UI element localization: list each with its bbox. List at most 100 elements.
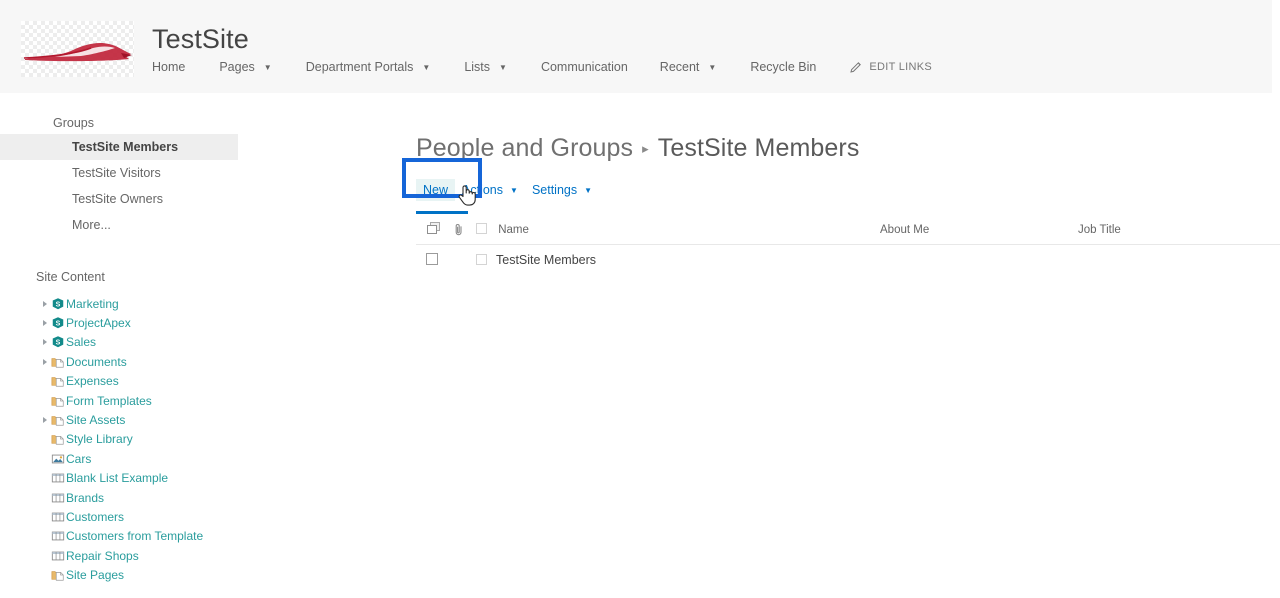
tree-label[interactable]: Form Templates: [66, 394, 152, 408]
header-checkbox[interactable]: [476, 222, 487, 234]
sidebar-item-testsite-members[interactable]: TestSite Members: [0, 134, 238, 160]
chevron-down-icon[interactable]: ▼: [708, 64, 716, 72]
row-name-cell[interactable]: TestSite Members: [476, 244, 880, 275]
tree-label[interactable]: Site Pages: [66, 568, 124, 582]
chevron-down-icon[interactable]: ▼: [584, 186, 592, 195]
list-icon: [51, 473, 65, 483]
sidebar-item-more[interactable]: More...: [0, 212, 238, 238]
nav-item-pages[interactable]: Pages ▼: [219, 58, 271, 76]
actions-menu[interactable]: Actions ▼: [455, 179, 525, 201]
tree-item-cars[interactable]: Cars: [0, 449, 330, 468]
tree-item-form-templates[interactable]: Form Templates: [0, 391, 330, 410]
tree-label[interactable]: Sales: [66, 335, 96, 349]
sidebar-item-testsite-owners[interactable]: TestSite Owners: [0, 186, 238, 212]
tree-item-projectapex[interactable]: S ProjectApex: [0, 313, 330, 332]
edit-links-button[interactable]: EDIT LINKS: [850, 61, 932, 73]
row-name-label[interactable]: TestSite Members: [496, 253, 596, 267]
column-attachments[interactable]: [454, 211, 476, 245]
expand-triangle-icon[interactable]: [39, 414, 51, 426]
tree-label[interactable]: Marketing: [66, 297, 119, 311]
nav-item-department-portals[interactable]: Department Portals ▼: [306, 58, 431, 76]
tree-label[interactable]: Customers from Template: [66, 529, 203, 543]
site-logo[interactable]: [21, 21, 134, 77]
tree-label[interactable]: Site Assets: [66, 413, 125, 427]
tree-item-site-assets[interactable]: Site Assets: [0, 410, 330, 429]
column-name[interactable]: Name: [476, 211, 880, 245]
column-select-all[interactable]: [416, 211, 454, 245]
site-content-heading: Site Content: [36, 270, 105, 284]
breadcrumb-root[interactable]: People and Groups: [416, 132, 633, 165]
table-row[interactable]: TestSite Members: [416, 244, 1280, 275]
expand-triangle-icon[interactable]: [39, 317, 51, 329]
nav-link-communication[interactable]: Communication: [541, 58, 628, 76]
tree-label[interactable]: Customers: [66, 510, 124, 524]
expand-triangle-icon[interactable]: [39, 356, 51, 368]
red-car-logo-icon: [23, 42, 132, 62]
tree-label[interactable]: Repair Shops: [66, 549, 139, 563]
table-header-row: Name About Me Job Title D: [416, 211, 1280, 245]
chevron-down-icon[interactable]: ▼: [499, 64, 507, 72]
tree-label[interactable]: Cars: [66, 452, 91, 466]
nav-link-pages[interactable]: Pages: [219, 58, 254, 76]
nav-item-recycle-bin[interactable]: Recycle Bin: [750, 58, 816, 76]
chevron-down-icon[interactable]: ▼: [264, 64, 272, 72]
tree-item-style-library[interactable]: Style Library: [0, 430, 330, 449]
table-header: Name About Me Job Title D: [416, 211, 1280, 245]
actions-label: Actions: [462, 182, 504, 197]
tree-item-expenses[interactable]: Expenses: [0, 372, 330, 391]
nav-link-lists[interactable]: Lists: [464, 58, 490, 76]
breadcrumb-current: TestSite Members: [657, 134, 860, 162]
picture-library-icon: [51, 454, 65, 464]
expand-triangle-icon[interactable]: [39, 336, 51, 348]
chevron-down-icon[interactable]: ▼: [422, 64, 430, 72]
tree-item-site-pages[interactable]: Site Pages: [0, 565, 330, 584]
document-library-icon: [51, 416, 64, 426]
nav-link-recycle-bin[interactable]: Recycle Bin: [750, 58, 816, 76]
nav-item-home[interactable]: Home: [152, 58, 185, 76]
row-job-title-cell: [1078, 244, 1280, 275]
tree-item-brands[interactable]: Brands: [0, 488, 330, 507]
document-library-icon: [51, 396, 64, 407]
nav-link-home[interactable]: Home: [152, 58, 185, 76]
tree-label[interactable]: ProjectApex: [66, 316, 131, 330]
row-name-checkbox[interactable]: [476, 254, 487, 265]
row-attachment-cell: [454, 244, 476, 275]
row-select-cell[interactable]: [416, 244, 454, 275]
tree-item-sales[interactable]: S Sales: [0, 333, 330, 352]
sharepoint-site-icon: S: [52, 297, 64, 309]
sharepoint-site-icon: S: [52, 336, 64, 348]
new-button[interactable]: New: [416, 178, 456, 201]
tree-label[interactable]: Documents: [66, 355, 127, 369]
tree-item-marketing[interactable]: S Marketing: [0, 294, 330, 313]
sidebar-item-testsite-visitors[interactable]: TestSite Visitors: [0, 160, 238, 186]
nav-item-communication[interactable]: Communication: [541, 58, 628, 76]
svg-text:S: S: [56, 321, 61, 328]
column-job-title[interactable]: Job Title: [1078, 211, 1280, 245]
document-library-icon: [51, 358, 64, 368]
tree-item-blank-list-example[interactable]: Blank List Example: [0, 469, 330, 488]
top-navigation: Home Pages ▼ Department Portals ▼ Lists …: [152, 58, 932, 80]
tree-item-documents[interactable]: Documents: [0, 352, 330, 371]
settings-menu[interactable]: Settings ▼: [525, 179, 599, 201]
nav-link-department-portals[interactable]: Department Portals: [306, 58, 414, 76]
edit-links-label: EDIT LINKS: [869, 61, 933, 73]
select-all-icon[interactable]: [426, 221, 442, 236]
tree-label[interactable]: Brands: [66, 491, 104, 505]
tree-label[interactable]: Style Library: [66, 432, 133, 446]
expand-triangle-icon[interactable]: [39, 298, 51, 310]
tree-item-customers-from-template[interactable]: Customers from Template: [0, 527, 330, 546]
row-checkbox[interactable]: [426, 252, 438, 265]
document-library-icon: [51, 377, 64, 387]
tree-item-repair-shops[interactable]: Repair Shops: [0, 546, 330, 565]
tree-item-customers[interactable]: Customers: [0, 507, 330, 526]
nav-item-recent[interactable]: Recent ▼: [660, 58, 717, 76]
column-about-me[interactable]: About Me: [880, 211, 1078, 245]
list-icon: [51, 551, 65, 561]
nav-item-lists[interactable]: Lists ▼: [464, 58, 507, 76]
tree-label[interactable]: Expenses: [66, 374, 119, 388]
document-library-icon: [51, 571, 64, 581]
nav-link-recent[interactable]: Recent: [660, 58, 700, 76]
breadcrumb-separator-icon: ▸: [642, 140, 649, 156]
chevron-down-icon[interactable]: ▼: [510, 186, 518, 195]
tree-label[interactable]: Blank List Example: [66, 471, 168, 485]
